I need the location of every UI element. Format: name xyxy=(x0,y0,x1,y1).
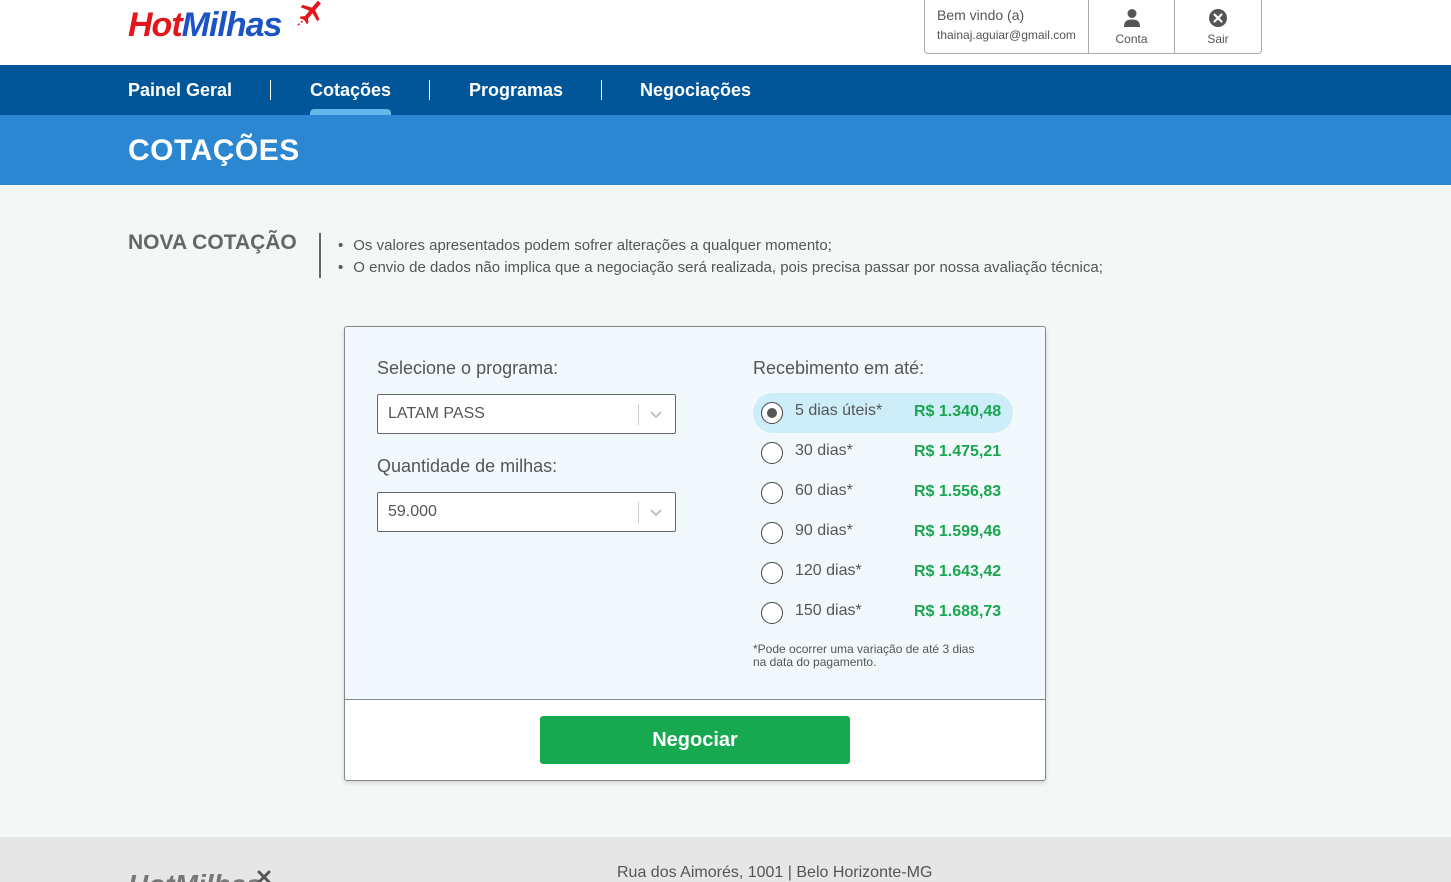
radio-button[interactable] xyxy=(761,402,783,424)
note-item: Os valores apresentados podem sofrer alt… xyxy=(338,235,1103,257)
nav-item-negociacoes[interactable]: Negociações xyxy=(640,65,751,115)
logo-text-hot: Hot xyxy=(128,6,183,44)
nav-separator xyxy=(601,80,602,100)
miles-select[interactable]: 59.000 xyxy=(377,492,676,532)
option-price: R$ 1.599,46 xyxy=(914,523,1002,540)
footer: HotMilhas Rua dos Aimorés, 1001 | Belo H… xyxy=(0,837,1451,882)
welcome-label: Bem vindo (a) xyxy=(937,7,1025,23)
payment-option-30-dias[interactable]: 30 dias* R$ 1.475,21 xyxy=(753,433,1013,473)
option-price: R$ 1.340,48 xyxy=(914,403,1002,420)
option-label: 60 dias* xyxy=(795,482,853,499)
option-label: 120 dias* xyxy=(795,562,862,579)
radio-selected-dot xyxy=(766,407,777,418)
nav-label: Cotações xyxy=(310,80,392,100)
payment-option-90-dias[interactable]: 90 dias* R$ 1.599,46 xyxy=(753,513,1013,553)
account-button[interactable]: Conta xyxy=(1089,0,1175,53)
nav-separator xyxy=(270,80,271,100)
radio-button[interactable] xyxy=(761,602,783,624)
quote-card: Selecione o programa: LATAM PASS Quantid… xyxy=(344,326,1046,781)
disclaimer-line: na data do pagamento. xyxy=(753,655,877,669)
payment-option-150-dias[interactable]: 150 dias* R$ 1.688,73 xyxy=(753,593,1013,633)
option-label: 30 dias* xyxy=(795,442,853,459)
chevron-down-icon xyxy=(650,411,662,419)
section-divider xyxy=(319,233,321,278)
account-label: Conta xyxy=(1115,32,1148,46)
note-item: O envio de dados não implica que a negoc… xyxy=(338,257,1103,279)
option-label: 5 dias úteis* xyxy=(795,402,883,419)
logo-text-milhas: Milhas xyxy=(181,6,283,44)
close-circle-icon xyxy=(1209,9,1227,27)
select-separator xyxy=(638,404,639,425)
user-icon xyxy=(1123,9,1140,27)
select-separator xyxy=(638,502,639,523)
option-label: 90 dias* xyxy=(795,522,853,539)
page-title: COTAÇÕES xyxy=(128,134,300,167)
payment-option-120-dias[interactable]: 120 dias* R$ 1.643,42 xyxy=(753,553,1013,593)
user-welcome: Bem vindo (a) thainaj.aguiar@gmail.com xyxy=(925,0,1089,53)
radio-button[interactable] xyxy=(761,522,783,544)
nav-label: Painel Geral xyxy=(128,80,233,100)
radio-button[interactable] xyxy=(761,482,783,504)
payment-disclaimer: *Pode ocorrer uma variação de até 3 dias… xyxy=(753,643,993,669)
nav-item-painel-geral[interactable]: Painel Geral xyxy=(128,65,232,115)
nav-item-programas[interactable]: Programas xyxy=(469,65,563,115)
program-select[interactable]: LATAM PASS xyxy=(377,394,676,434)
nav-separator xyxy=(429,80,430,100)
option-label: 150 dias* xyxy=(795,602,862,619)
payment-option-5-dias[interactable]: 5 dias úteis* R$ 1.340,48 xyxy=(753,393,1013,433)
program-label: Selecione o programa: xyxy=(377,358,559,378)
option-price: R$ 1.475,21 xyxy=(914,443,1002,460)
section-title: NOVA COTAÇÃO xyxy=(128,231,297,254)
payment-option-60-dias[interactable]: 60 dias* R$ 1.556,83 xyxy=(753,473,1013,513)
plane-icon xyxy=(297,0,321,26)
miles-label: Quantidade de milhas: xyxy=(377,456,558,476)
top-header: HotMilhas Bem vindo (a) thainaj.aguiar@g… xyxy=(0,0,1451,65)
user-panel: Bem vindo (a) thainaj.aguiar@gmail.com C… xyxy=(924,0,1262,54)
chevron-down-icon xyxy=(650,509,662,517)
program-select-value: LATAM PASS xyxy=(388,405,485,422)
receipt-label: Recebimento em até: xyxy=(753,358,925,378)
nav-label: Programas xyxy=(469,80,564,100)
notes-list: Os valores apresentados podem sofrer alt… xyxy=(338,235,1103,279)
option-price: R$ 1.643,42 xyxy=(914,563,1002,580)
page-title-band: COTAÇÕES xyxy=(0,115,1451,185)
logout-label: Sair xyxy=(1207,32,1229,46)
nav-item-cotacoes[interactable]: Cotações xyxy=(310,65,392,115)
main-nav: Painel Geral Cotações Programas Negociaç… xyxy=(0,65,1451,115)
footer-address: Rua dos Aimorés, 1001 | Belo Horizonte-M… xyxy=(617,864,933,881)
radio-button[interactable] xyxy=(761,442,783,464)
footer-plane-icon xyxy=(257,870,271,882)
negociar-button[interactable]: Negociar xyxy=(540,716,850,764)
miles-select-value: 59.000 xyxy=(388,503,437,520)
option-price: R$ 1.556,83 xyxy=(914,483,1002,500)
nav-label: Negociações xyxy=(640,80,752,100)
user-email: thainaj.aguiar@gmail.com xyxy=(937,28,1076,42)
hotmilhas-logo[interactable]: HotMilhas xyxy=(128,0,328,47)
radio-button[interactable] xyxy=(761,562,783,584)
quote-form: Selecione o programa: LATAM PASS Quantid… xyxy=(345,327,1045,700)
logout-button[interactable]: Sair xyxy=(1175,0,1261,53)
footer-logo: HotMilhas xyxy=(128,870,262,882)
option-price: R$ 1.688,73 xyxy=(914,603,1002,620)
